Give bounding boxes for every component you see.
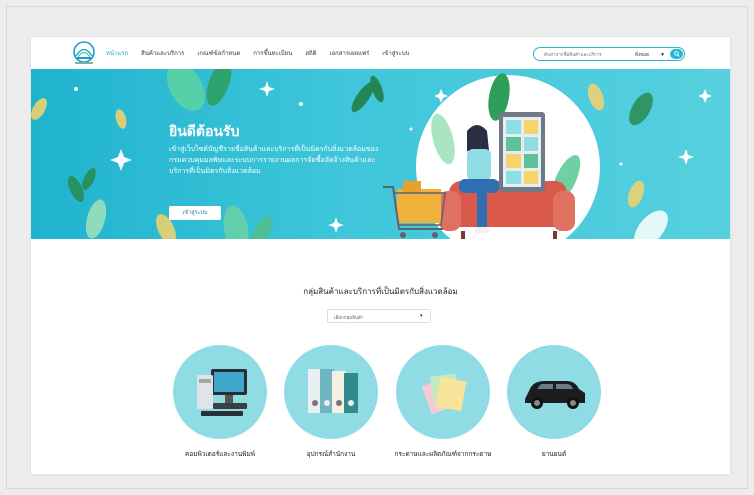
hero-banner: ยินดีต้อนรับ เข้าสู่เว็บไซต์บัญชีรายชื่อ… xyxy=(31,69,730,239)
hero-login-button[interactable]: เข้าสู่ระบบ xyxy=(169,206,221,220)
car-icon xyxy=(525,381,585,409)
hero-illustration xyxy=(31,69,712,239)
search-filter-select[interactable]: ทั้งหมด xyxy=(635,51,649,58)
chevron-down-icon[interactable]: ▼ xyxy=(660,52,665,58)
web-page: หน้าแรก สินค้าและบริการ เกณฑ์ข้อกำหนด กา… xyxy=(31,37,730,474)
search-bar: ค้นหาจากชื่อสินค้าและบริการ ทั้งหมด ▼ xyxy=(533,47,685,61)
binder-icon xyxy=(308,369,358,413)
category-label: อุปกรณ์สำนักงาน xyxy=(306,451,356,458)
category-circle xyxy=(173,345,267,439)
category-dropdown-value: เลือกกลุ่มสินค้า xyxy=(334,315,364,320)
menu-item-registration[interactable]: การขึ้นทะเบียน xyxy=(253,48,292,58)
hero-title: ยินดีต้อนรับ xyxy=(169,123,240,139)
category-card-computer[interactable]: คอมพิวเตอร์และงานพิมพ์ xyxy=(170,345,270,461)
top-navbar: หน้าแรก สินค้าและบริการ เกณฑ์ข้อกำหนด กา… xyxy=(31,37,730,69)
site-logo-icon[interactable] xyxy=(71,41,97,65)
menu-item-products[interactable]: สินค้าและบริการ xyxy=(141,48,184,58)
menu-item-statistics[interactable]: สถิติ xyxy=(305,48,316,58)
paper-icon xyxy=(421,373,467,415)
menu-item-documents[interactable]: เอกสารเผยแพร่ xyxy=(330,48,370,58)
category-card-office[interactable]: อุปกรณ์สำนักงาน xyxy=(281,345,381,461)
category-label: คอมพิวเตอร์และงานพิมพ์ xyxy=(184,451,256,458)
category-dropdown[interactable]: เลือกกลุ่มสินค้า ▾ xyxy=(327,309,431,323)
screenshot-frame: หน้าแรก สินค้าและบริการ เกณฑ์ข้อกำหนด กา… xyxy=(6,6,748,489)
section-title: กลุ่มสินค้าและบริการที่เป็นมิตรกับสิ่งแว… xyxy=(303,287,458,296)
chevron-down-icon: ▾ xyxy=(420,313,423,319)
computer-icon xyxy=(197,369,247,416)
category-label: ยานยนต์ xyxy=(541,451,567,458)
search-input[interactable]: ค้นหาจากชื่อสินค้าและบริการ xyxy=(544,51,602,58)
search-icon xyxy=(673,51,680,57)
category-card-paper[interactable]: กระดาษและผลิตภัณฑ์จากกระดาษ xyxy=(393,345,493,461)
menu-item-home[interactable]: หน้าแรก xyxy=(106,48,128,58)
category-circle xyxy=(284,345,378,439)
category-circle xyxy=(507,345,601,439)
category-label: กระดาษและผลิตภัณฑ์จากกระดาษ xyxy=(394,451,492,458)
category-circle xyxy=(396,345,490,439)
menu-item-criteria[interactable]: เกณฑ์ข้อกำหนด xyxy=(197,48,240,58)
category-card-vehicle[interactable]: ยานยนต์ xyxy=(504,345,604,461)
hero-description: เข้าสู่เว็บไซต์บัญชีรายชื่อสินค้าและบริก… xyxy=(169,146,379,175)
menu-item-login[interactable]: เข้าสู่ระบบ xyxy=(382,48,409,58)
search-button[interactable] xyxy=(670,49,683,59)
main-menu: หน้าแรก สินค้าและบริการ เกณฑ์ข้อกำหนด กา… xyxy=(106,48,409,58)
